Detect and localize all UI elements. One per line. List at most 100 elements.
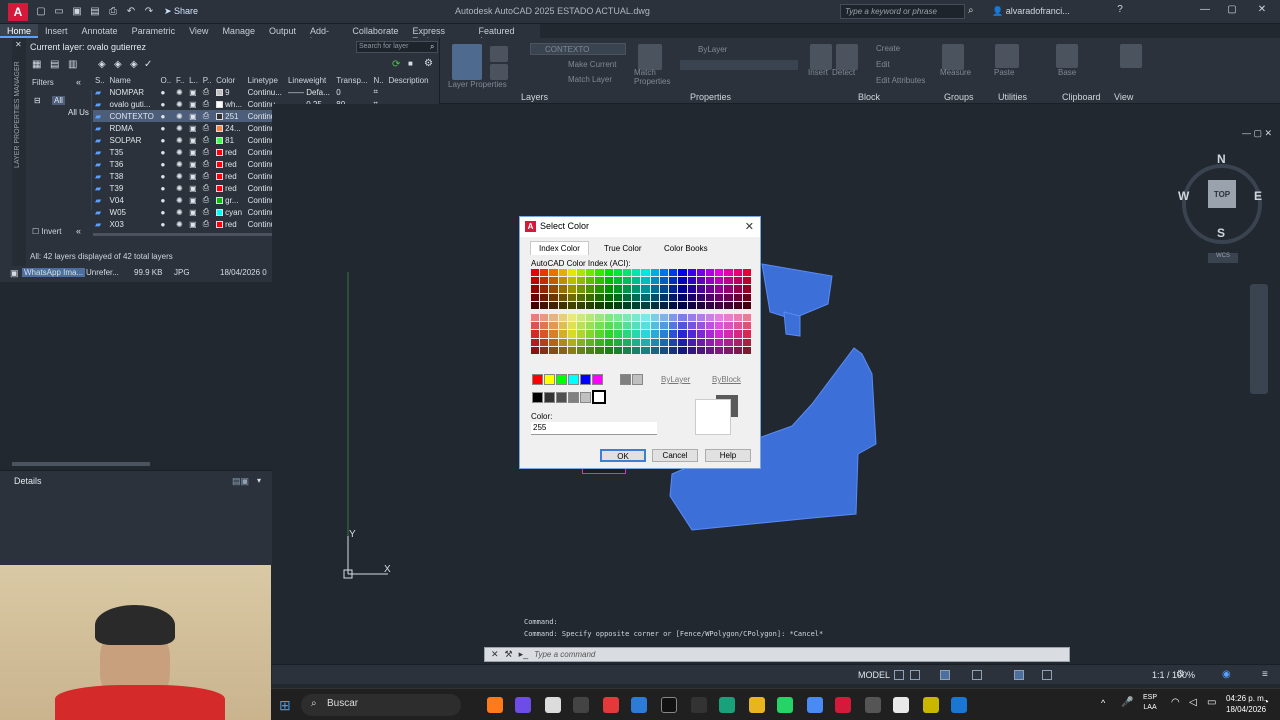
aci-color-cell[interactable] bbox=[715, 301, 724, 309]
aci-color-cell[interactable] bbox=[641, 285, 650, 293]
aci-color-cell[interactable] bbox=[540, 338, 549, 346]
match-layer-label[interactable]: Match Layer bbox=[568, 75, 612, 84]
sun-icon[interactable]: ✺ bbox=[174, 194, 187, 206]
aci-color-cell[interactable] bbox=[577, 301, 586, 309]
layer-name[interactable]: V04 bbox=[108, 194, 159, 206]
new-group-filter-icon[interactable]: ▤ bbox=[50, 59, 59, 70]
tray-chevron-icon[interactable]: ^ bbox=[1101, 698, 1105, 708]
lock-icon[interactable]: ▣ bbox=[187, 182, 201, 194]
aci-color-cell[interactable] bbox=[540, 293, 549, 301]
col-transparency[interactable]: Transp... bbox=[334, 75, 371, 86]
layers-panel-label[interactable]: Layers bbox=[521, 92, 548, 102]
lightbulb-icon[interactable]: ● bbox=[158, 122, 173, 134]
aci-color-cell[interactable] bbox=[724, 277, 733, 285]
aci-color-cell[interactable] bbox=[733, 293, 742, 301]
tab-output[interactable]: Output bbox=[262, 24, 303, 38]
aci-palette-bottom[interactable] bbox=[531, 314, 751, 354]
aci-color-cell[interactable] bbox=[577, 293, 586, 301]
aci-color-cell[interactable] bbox=[650, 277, 659, 285]
aci-color-cell[interactable] bbox=[613, 293, 623, 301]
aci-color-cell[interactable] bbox=[696, 293, 705, 301]
col-lock[interactable]: L.. bbox=[187, 75, 201, 86]
aci-color-cell[interactable] bbox=[641, 269, 650, 277]
dialog-title-bar[interactable]: A Select Color ✕ bbox=[520, 217, 760, 237]
layer-description[interactable] bbox=[387, 86, 434, 98]
aci-color-cell[interactable] bbox=[567, 301, 577, 309]
aci-color-cell[interactable] bbox=[540, 346, 549, 354]
plot-icon[interactable]: ⎙ bbox=[201, 122, 214, 134]
help-icon[interactable]: ? bbox=[1110, 4, 1130, 18]
battery-icon[interactable]: ▭ bbox=[1207, 697, 1216, 708]
layer-name[interactable]: T39 bbox=[108, 182, 159, 194]
aci-color-cell[interactable] bbox=[604, 293, 613, 301]
aci-color-cell[interactable] bbox=[586, 338, 595, 346]
customization-icon[interactable]: ≡ bbox=[1262, 669, 1268, 680]
gear-icon[interactable]: ⚙ bbox=[424, 58, 433, 69]
app-icon[interactable] bbox=[893, 697, 909, 713]
aci-color-cell[interactable] bbox=[724, 269, 733, 277]
search-icon[interactable]: ⌕ bbox=[968, 5, 974, 16]
standard-color-swatch[interactable] bbox=[568, 374, 579, 385]
layer-color[interactable]: red bbox=[214, 182, 246, 194]
invert-filter-checkbox[interactable]: ☐ Invert bbox=[32, 227, 61, 236]
make-current-label[interactable]: Make Current bbox=[568, 60, 616, 69]
tab-annotate[interactable]: Annotate bbox=[75, 24, 125, 38]
aci-color-cell[interactable] bbox=[531, 277, 540, 285]
aci-color-cell[interactable] bbox=[641, 338, 650, 346]
aci-color-cell[interactable] bbox=[715, 338, 724, 346]
tab-insert[interactable]: Insert bbox=[38, 24, 75, 38]
drawing-canvas[interactable]: — ▢ ✕ Y X bbox=[272, 104, 1280, 664]
viewcube-top-face[interactable]: TOP bbox=[1208, 180, 1236, 208]
teams-icon[interactable] bbox=[515, 697, 531, 713]
aci-color-cell[interactable] bbox=[632, 301, 641, 309]
utilities-panel-label[interactable]: Utilities bbox=[998, 92, 1027, 102]
firefox-icon[interactable] bbox=[487, 697, 503, 713]
chevron-down-icon[interactable]: ▾ bbox=[257, 476, 261, 485]
aci-color-cell[interactable] bbox=[678, 346, 687, 354]
lock-icon[interactable]: ▣ bbox=[187, 110, 201, 122]
layer-color[interactable]: 81 bbox=[214, 134, 246, 146]
language-indicator[interactable]: ESP LAA bbox=[1143, 693, 1157, 713]
col-freeze[interactable]: F.. bbox=[174, 75, 187, 86]
aci-color-cell[interactable] bbox=[613, 277, 623, 285]
aci-color-cell[interactable] bbox=[687, 346, 696, 354]
aci-color-cell[interactable] bbox=[595, 269, 604, 277]
aci-color-cell[interactable] bbox=[705, 346, 715, 354]
tab-home[interactable]: Home bbox=[0, 24, 39, 38]
aci-color-cell[interactable] bbox=[540, 285, 549, 293]
lock-icon[interactable]: ▣ bbox=[187, 122, 201, 134]
aci-color-cell[interactable] bbox=[669, 322, 678, 330]
open-folder-icon[interactable]: ▭ bbox=[52, 6, 66, 18]
wifi-icon[interactable]: ◠ bbox=[1171, 697, 1180, 708]
aci-color-cell[interactable] bbox=[577, 277, 586, 285]
plot-icon[interactable]: ⎙ bbox=[201, 182, 214, 194]
aci-color-cell[interactable] bbox=[641, 301, 650, 309]
lightbulb-icon[interactable]: ● bbox=[158, 170, 173, 182]
aci-color-cell[interactable] bbox=[724, 293, 733, 301]
aci-color-cell[interactable] bbox=[696, 330, 705, 338]
plot-icon[interactable]: ⎙ bbox=[201, 134, 214, 146]
aci-color-cell[interactable] bbox=[531, 314, 540, 322]
properties-panel-label[interactable]: Properties bbox=[690, 92, 731, 102]
layer-states-icon[interactable]: ▥ bbox=[68, 59, 77, 70]
aci-color-cell[interactable] bbox=[733, 277, 742, 285]
tab-index-color[interactable]: Index Color bbox=[530, 241, 589, 255]
aci-color-cell[interactable] bbox=[613, 269, 623, 277]
aci-color-cell[interactable] bbox=[733, 314, 742, 322]
file-name[interactable]: WhatsApp Ima... bbox=[22, 268, 86, 277]
tree-expander-icon[interactable]: ⊟ bbox=[34, 96, 41, 105]
layer-name[interactable]: X03 bbox=[108, 218, 159, 230]
lock-icon[interactable]: ▣ bbox=[187, 146, 201, 158]
aci-color-cell[interactable] bbox=[659, 293, 669, 301]
aci-color-cell[interactable] bbox=[577, 330, 586, 338]
insert-icon[interactable] bbox=[810, 44, 832, 70]
aci-color-cell[interactable] bbox=[558, 269, 567, 277]
splitter[interactable] bbox=[12, 462, 150, 466]
layer-color[interactable]: 9 bbox=[214, 86, 246, 98]
view-panel-label[interactable]: View bbox=[1114, 92, 1133, 102]
aci-color-cell[interactable] bbox=[669, 277, 678, 285]
aci-color-cell[interactable] bbox=[577, 269, 586, 277]
lightbulb-icon[interactable]: ● bbox=[158, 194, 173, 206]
aci-color-cell[interactable] bbox=[595, 346, 604, 354]
lightbulb-icon[interactable]: ● bbox=[158, 134, 173, 146]
